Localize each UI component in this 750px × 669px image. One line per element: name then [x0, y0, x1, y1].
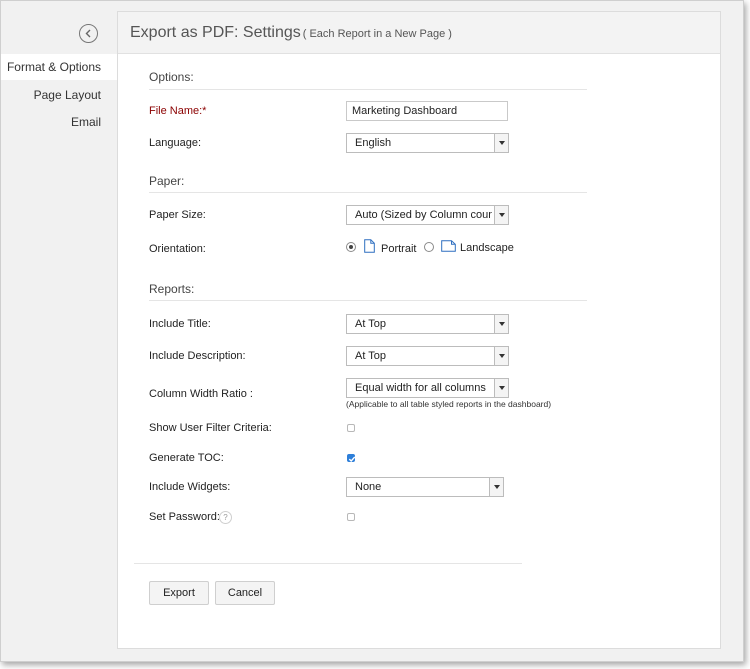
set-password-checkbox[interactable] — [347, 513, 355, 521]
section-divider — [149, 89, 587, 90]
dropdown-arrow-icon — [494, 134, 508, 152]
language-select-value: English — [355, 137, 392, 149]
dropdown-arrow-icon — [494, 315, 508, 333]
section-divider — [149, 192, 587, 193]
orientation-label: Orientation: — [149, 243, 206, 255]
file-name-label: File Name:* — [149, 105, 207, 117]
portrait-label: Portrait — [381, 243, 417, 255]
section-title-paper: Paper: — [149, 174, 185, 188]
page-title: Export as PDF: Settings — [130, 23, 301, 41]
dropdown-arrow-icon — [494, 206, 508, 224]
portrait-radio[interactable] — [346, 242, 356, 252]
include-title-select[interactable]: At Top — [346, 314, 509, 334]
column-width-select[interactable]: Equal width for all columns — [346, 378, 509, 398]
sidebar-item-email[interactable]: Email — [1, 109, 117, 135]
settings-panel: Export as PDF: Settings ( Each Report in… — [117, 11, 721, 649]
dropdown-arrow-icon — [494, 379, 508, 397]
sidebar-item-page-layout[interactable]: Page Layout — [1, 82, 117, 108]
include-description-label: Include Description: — [149, 350, 246, 362]
include-description-select[interactable]: At Top — [346, 346, 509, 366]
column-width-hint: (Applicable to all table styled reports … — [346, 399, 552, 409]
landscape-radio[interactable] — [424, 242, 434, 252]
column-width-select-value: Equal width for all columns — [355, 382, 486, 394]
dropdown-arrow-icon — [489, 478, 503, 496]
show-filter-label: Show User Filter Criteria: — [149, 422, 272, 434]
footer-divider — [134, 563, 522, 564]
include-widgets-label: Include Widgets: — [149, 481, 231, 493]
dialog-window: Format & Options Page Layout Email Expor… — [0, 0, 744, 662]
language-label: Language: — [149, 137, 201, 149]
file-name-input[interactable] — [346, 101, 508, 121]
landscape-page-icon — [441, 240, 456, 252]
include-title-select-value: At Top — [355, 318, 386, 330]
section-title-options: Options: — [149, 70, 194, 84]
language-select[interactable]: English — [346, 133, 509, 153]
paper-size-select[interactable]: Auto (Sized by Column count) — [346, 205, 509, 225]
portrait-page-icon — [364, 239, 375, 253]
chevron-left-icon — [85, 29, 91, 38]
include-title-label: Include Title: — [149, 318, 211, 330]
paper-size-select-value: Auto (Sized by Column count) — [355, 209, 492, 221]
export-button[interactable]: Export — [149, 581, 209, 605]
show-filter-checkbox[interactable] — [347, 424, 355, 432]
back-button[interactable] — [79, 24, 98, 43]
panel-header: Export as PDF: Settings ( Each Report in… — [118, 12, 720, 54]
include-widgets-select[interactable]: None — [346, 477, 504, 497]
set-password-label: Set Password: — [149, 511, 220, 523]
page-subtitle: ( Each Report in a New Page ) — [302, 27, 452, 40]
cancel-button[interactable]: Cancel — [215, 581, 275, 605]
include-description-select-value: At Top — [355, 350, 386, 362]
generate-toc-label: Generate TOC: — [149, 452, 224, 464]
paper-size-label: Paper Size: — [149, 209, 206, 221]
section-divider — [149, 300, 587, 301]
help-icon[interactable]: ? — [219, 511, 232, 524]
sidebar: Format & Options Page Layout Email — [1, 1, 117, 661]
dropdown-arrow-icon — [494, 347, 508, 365]
include-widgets-select-value: None — [355, 481, 382, 493]
sidebar-item-format-options[interactable]: Format & Options — [1, 54, 117, 80]
landscape-label: Landscape — [460, 242, 514, 254]
checkmark-icon — [348, 456, 356, 463]
generate-toc-checkbox[interactable] — [347, 454, 356, 463]
section-title-reports: Reports: — [149, 282, 195, 296]
column-width-label: Column Width Ratio : — [149, 388, 253, 400]
